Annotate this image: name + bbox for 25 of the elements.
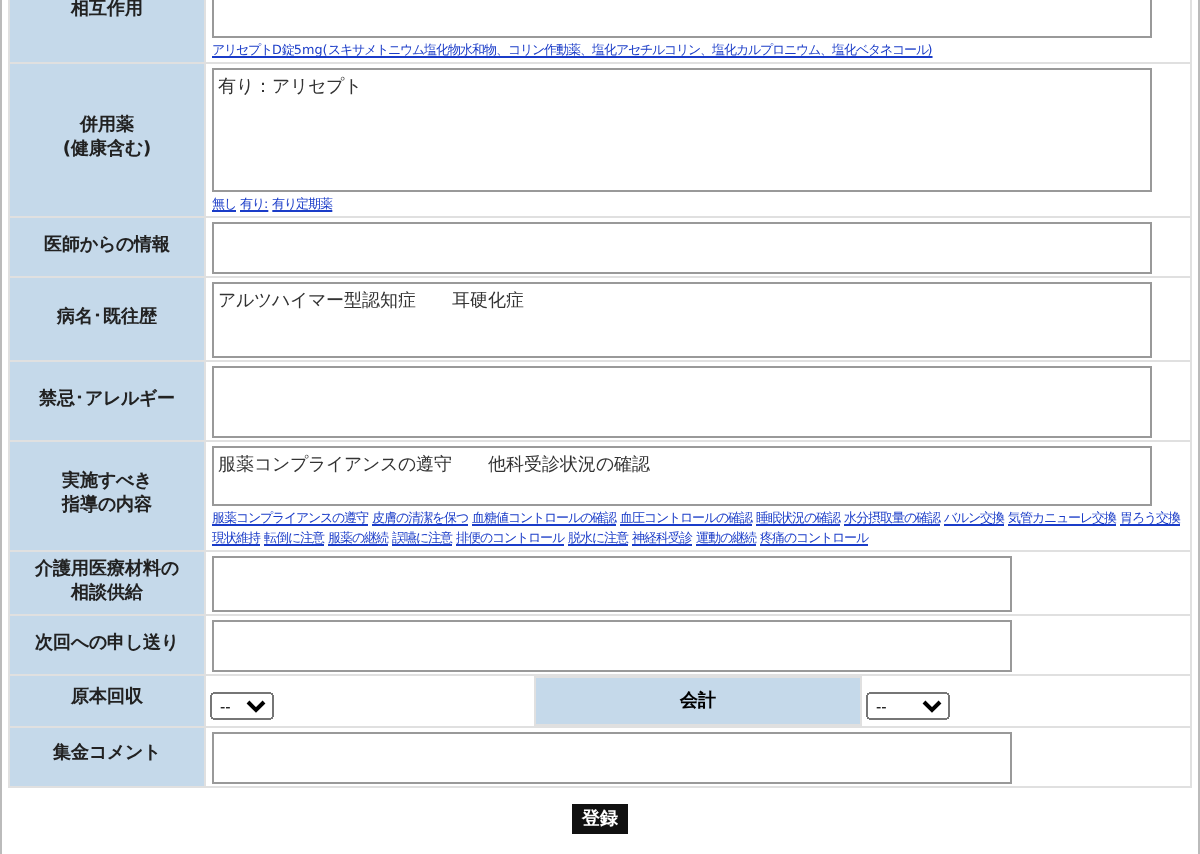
text-area[interactable]	[212, 222, 1152, 274]
text-area[interactable]	[212, 366, 1152, 438]
text-area[interactable]	[212, 731, 1012, 783]
field-label: 併用薬	[77, 116, 136, 138]
field-label: 会計	[535, 677, 861, 724]
field-label: 禁忌･アレルギー	[37, 389, 177, 413]
text-area[interactable]: アルツハイマー型認知症 耳硬化症	[212, 282, 1152, 358]
field-label: 集金コメント	[51, 744, 163, 768]
text-area[interactable]	[212, 620, 1012, 672]
field-label: 病名･既往歴	[55, 307, 159, 331]
text-area[interactable]: 服薬コンプライアンスの遵守 他科受診状況の確認	[212, 446, 1152, 506]
field-label: (健康含む)	[60, 140, 154, 164]
field-label: 医師からの情報	[42, 235, 172, 259]
text-area[interactable]	[212, 556, 1012, 612]
register-button[interactable]: 登録	[572, 803, 628, 833]
dropdown[interactable]: --	[210, 692, 274, 720]
dropdown[interactable]: --	[866, 692, 950, 720]
field-label: 相互作用	[68, 0, 145, 24]
field-label: 相談供給	[68, 583, 145, 607]
field-label: 次回への申し送り	[33, 633, 181, 657]
field-label: 実施すべき	[60, 472, 154, 494]
field-label: 指導の内容	[59, 496, 154, 520]
text-area[interactable]: 有り：アリセプト	[212, 68, 1152, 192]
field-label: 介護用医療材料の	[33, 559, 181, 582]
field-label: 原本回収	[69, 688, 145, 713]
